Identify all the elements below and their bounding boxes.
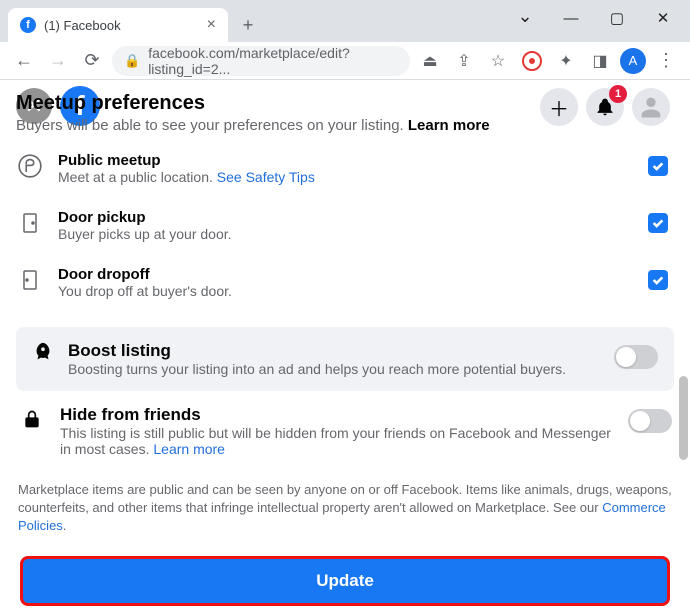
pref-subtitle: You drop off at buyer's door.	[58, 283, 634, 299]
checkbox-door-pickup[interactable]	[648, 213, 668, 233]
footer-disclaimer: Marketplace items are public and can be …	[16, 471, 674, 546]
new-tab-button[interactable]: +	[234, 11, 262, 39]
pref-subtitle: Buyer picks up at your door.	[58, 226, 634, 242]
hide-toggle[interactable]	[628, 409, 672, 433]
door-pickup-icon	[16, 209, 44, 237]
close-tab-icon[interactable]: ×	[207, 16, 216, 34]
public-meetup-icon	[16, 152, 44, 180]
browser-titlebar: f (1) Facebook × + ⌄ — ▢ ✕	[0, 0, 690, 42]
window-minimize-icon[interactable]: —	[552, 4, 590, 32]
pref-public-meetup: Public meetup Meet at a public location.…	[16, 138, 674, 195]
window-minimize-dash[interactable]: ⌄	[506, 4, 544, 32]
checkbox-public-meetup[interactable]	[648, 156, 668, 176]
extensions-icon[interactable]: ✦	[552, 47, 580, 75]
hide-subtitle: This listing is still public but will be…	[60, 425, 614, 457]
boost-listing-box: Boost listing Boosting turns your listin…	[16, 327, 674, 391]
chrome-profile-avatar[interactable]: A	[620, 48, 646, 74]
safety-tips-link[interactable]: See Safety Tips	[217, 169, 315, 185]
learn-more-link[interactable]: Learn more	[408, 117, 490, 134]
facebook-favicon: f	[20, 17, 36, 33]
boost-toggle[interactable]	[614, 345, 658, 369]
update-button[interactable]: Update	[20, 556, 670, 606]
pref-door-pickup: Door pickup Buyer picks up at your door.	[16, 195, 674, 252]
browser-toolbar: ← → ⟳ 🔒 facebook.com/marketplace/edit?li…	[0, 42, 690, 80]
window-close-icon[interactable]: ✕	[644, 4, 682, 32]
install-icon[interactable]: ⏏	[416, 47, 444, 75]
pref-title: Public meetup	[58, 152, 634, 169]
boost-title: Boost listing	[68, 341, 600, 361]
hide-from-friends-row: Hide from friends This listing is still …	[16, 391, 674, 471]
sidepanel-icon[interactable]: ◨	[586, 47, 614, 75]
section-title: Meetup preferences	[16, 92, 674, 115]
window-maximize-icon[interactable]: ▢	[598, 4, 636, 32]
pref-title: Door pickup	[58, 209, 634, 226]
url-text: facebook.com/marketplace/edit?listing_id…	[148, 45, 398, 77]
hide-learn-more-link[interactable]: Learn more	[153, 441, 225, 457]
window-controls: ⌄ — ▢ ✕	[506, 4, 682, 32]
tab-title: (1) Facebook	[44, 18, 121, 33]
extension-target-icon[interactable]	[518, 47, 546, 75]
scrollbar-thumb[interactable]	[679, 376, 688, 460]
chrome-menu-icon[interactable]: ⋮	[652, 50, 680, 71]
pref-door-dropoff: Door dropoff You drop off at buyer's doo…	[16, 252, 674, 309]
forward-button: →	[44, 47, 72, 75]
hide-title: Hide from friends	[60, 405, 614, 425]
back-button[interactable]: ←	[10, 47, 38, 75]
boost-subtitle: Boosting turns your listing into an ad a…	[68, 361, 600, 377]
rocket-icon	[32, 341, 54, 363]
door-dropoff-icon	[16, 266, 44, 294]
checkbox-door-dropoff[interactable]	[648, 270, 668, 290]
lock-icon: 🔒	[124, 53, 140, 69]
browser-tab[interactable]: f (1) Facebook ×	[8, 8, 228, 42]
lock-icon	[18, 405, 46, 433]
pref-subtitle: Meet at a public location. See Safety Ti…	[58, 169, 634, 185]
bookmark-star-icon[interactable]: ☆	[484, 47, 512, 75]
pref-title: Door dropoff	[58, 266, 634, 283]
share-icon[interactable]: ⇪	[450, 47, 478, 75]
address-bar[interactable]: 🔒 facebook.com/marketplace/edit?listing_…	[112, 46, 410, 76]
reload-button[interactable]: ⟳	[78, 47, 106, 75]
section-subtitle: Buyers will be able to see your preferen…	[16, 117, 674, 134]
